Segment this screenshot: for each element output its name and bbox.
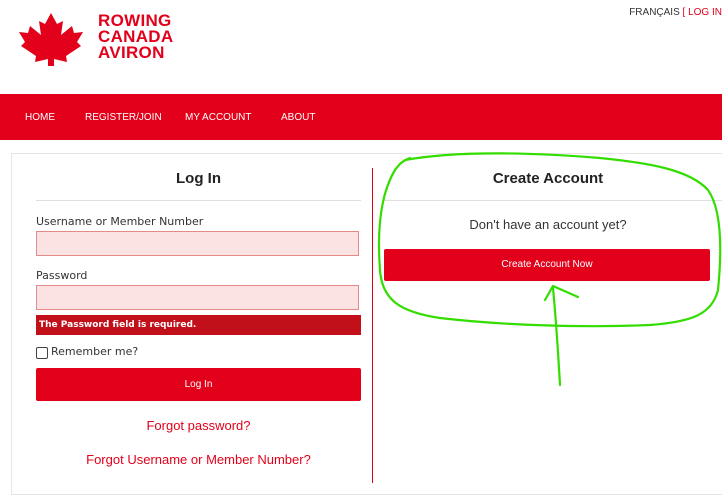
logo-line-aviron: AVIRON [98,43,165,62]
nav-about[interactable]: ABOUT [281,112,315,123]
header-login-link[interactable]: LOG IN [688,7,722,18]
nav-home[interactable]: HOME [25,112,55,123]
create-account-title: Create Account [492,170,604,187]
create-account-subtitle: Don't have an account yet? [469,217,627,232]
login-button[interactable]: Log In [36,368,361,401]
bracket-separator: [ [679,7,689,18]
create-title-divider [384,200,722,201]
main-nav: HOME REGISTER/JOIN MY ACCOUNT ABOUT [0,94,722,140]
password-label: Password [36,269,88,282]
rowing-canada-logo[interactable]: ROWING CANADA AVIRON [18,12,188,68]
username-input[interactable] [36,231,359,256]
column-divider [372,168,373,483]
remember-me-label[interactable]: Remember me? [51,345,138,358]
password-error-message: The Password field is required. [36,315,361,335]
login-title: Log In [176,170,221,187]
forgot-username-link[interactable]: Forgot Username or Member Number? [36,452,361,467]
password-input[interactable] [36,285,359,310]
login-title-divider [36,200,361,201]
logo-wordmark: ROWING CANADA AVIRON [98,12,173,62]
maple-leaf-icon [19,13,83,66]
create-account-button[interactable]: Create Account Now [384,249,710,281]
remember-me-checkbox[interactable] [36,347,48,359]
username-label: Username or Member Number [36,215,204,228]
nav-register-join[interactable]: REGISTER/JOIN [85,112,162,123]
nav-my-account[interactable]: MY ACCOUNT [185,112,252,123]
francais-link[interactable]: FRANÇAIS [629,7,680,18]
header-links: FRANÇAIS [ LOG IN [629,7,722,18]
forgot-password-link[interactable]: Forgot password? [36,418,361,433]
